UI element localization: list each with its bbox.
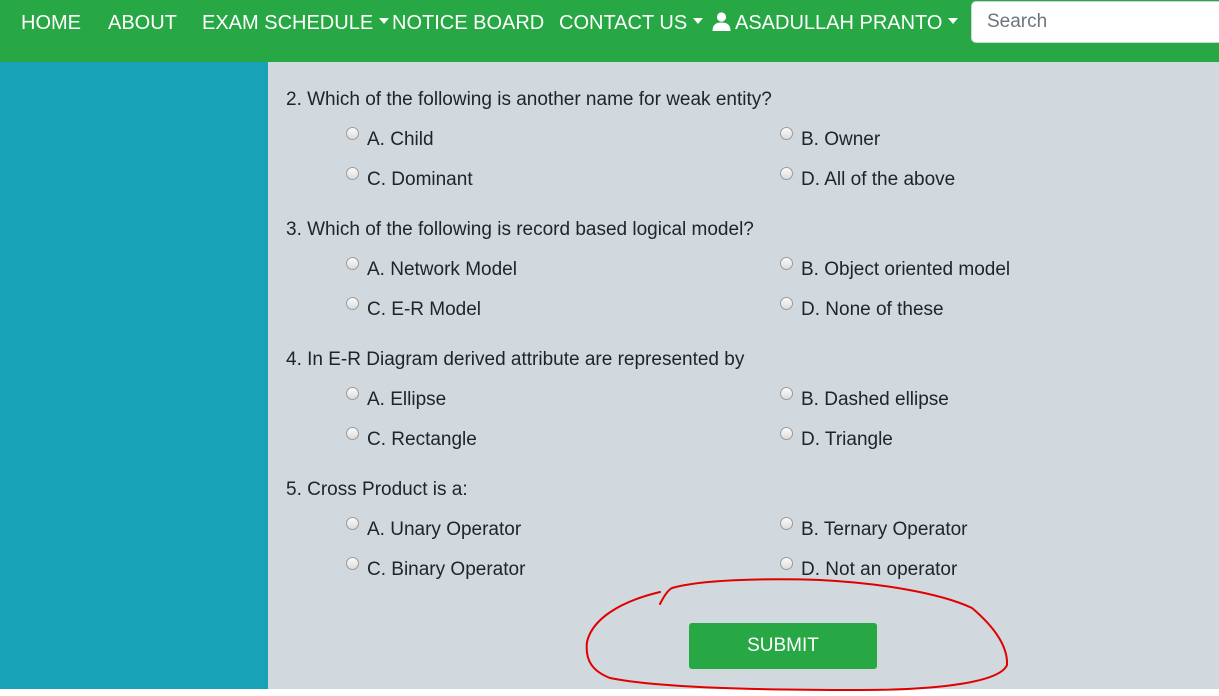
question-4-option-b[interactable]: B. Dashed ellipse xyxy=(780,387,949,411)
nav-user-dropdown[interactable]: ASADULLAH PRANTO xyxy=(712,12,959,34)
question-2-text: 2. Which of the following is another nam… xyxy=(286,89,772,110)
radio-button[interactable] xyxy=(346,427,359,440)
sidebar xyxy=(0,62,268,689)
question-5-text: 5. Cross Product is a: xyxy=(286,479,468,500)
radio-button[interactable] xyxy=(780,127,793,140)
radio-button[interactable] xyxy=(780,167,793,180)
question-2-option-a[interactable]: A. Child xyxy=(346,127,434,151)
radio-button[interactable] xyxy=(346,297,359,310)
radio-button[interactable] xyxy=(346,517,359,530)
caret-down-icon xyxy=(693,17,704,24)
nav-home-link[interactable]: HOME xyxy=(21,12,81,34)
radio-button[interactable] xyxy=(346,257,359,270)
nav-contact-us-dropdown[interactable]: CONTACT US xyxy=(559,12,704,34)
question-2-option-c[interactable]: C. Dominant xyxy=(346,167,473,191)
radio-button[interactable] xyxy=(346,557,359,570)
quiz-content-area xyxy=(268,62,1219,689)
question-3-option-c[interactable]: C. E-R Model xyxy=(346,297,481,321)
submit-button[interactable]: SUBMIT xyxy=(689,623,877,669)
question-5-option-a[interactable]: A. Unary Operator xyxy=(346,517,521,541)
question-4-option-a[interactable]: A. Ellipse xyxy=(346,387,446,411)
nav-notice-board-link[interactable]: NOTICE BOARD xyxy=(392,12,544,34)
radio-button[interactable] xyxy=(780,517,793,530)
caret-down-icon xyxy=(379,17,390,24)
question-5-option-d[interactable]: D. Not an operator xyxy=(780,557,957,581)
radio-button[interactable] xyxy=(780,427,793,440)
question-5-option-c[interactable]: C. Binary Operator xyxy=(346,557,525,581)
radio-button[interactable] xyxy=(346,127,359,140)
radio-button[interactable] xyxy=(346,167,359,180)
user-icon xyxy=(712,12,731,32)
question-2-option-b[interactable]: B. Owner xyxy=(780,127,880,151)
radio-button[interactable] xyxy=(780,297,793,310)
question-3-text: 3. Which of the following is record base… xyxy=(286,219,754,240)
page-bottom-edge xyxy=(0,689,1219,696)
question-2-option-d[interactable]: D. All of the above xyxy=(780,167,955,191)
search-input[interactable] xyxy=(971,1,1219,43)
radio-button[interactable] xyxy=(346,387,359,400)
top-navbar: HOME ABOUT EXAM SCHEDULE NOTICE BOARD CO… xyxy=(0,0,1219,62)
question-3-option-d[interactable]: D. None of these xyxy=(780,297,944,321)
radio-button[interactable] xyxy=(780,557,793,570)
question-3-option-a[interactable]: A. Network Model xyxy=(346,257,517,281)
question-4-option-d[interactable]: D. Triangle xyxy=(780,427,893,451)
radio-button[interactable] xyxy=(780,257,793,270)
nav-exam-schedule-dropdown[interactable]: EXAM SCHEDULE xyxy=(202,12,390,34)
caret-down-icon xyxy=(948,17,959,24)
question-4-text: 4. In E-R Diagram derived attribute are … xyxy=(286,349,745,370)
question-3-option-b[interactable]: B. Object oriented model xyxy=(780,257,1010,281)
nav-about-link[interactable]: ABOUT xyxy=(108,12,177,34)
question-5-option-b[interactable]: B. Ternary Operator xyxy=(780,517,968,541)
radio-button[interactable] xyxy=(780,387,793,400)
question-4-option-c[interactable]: C. Rectangle xyxy=(346,427,477,451)
